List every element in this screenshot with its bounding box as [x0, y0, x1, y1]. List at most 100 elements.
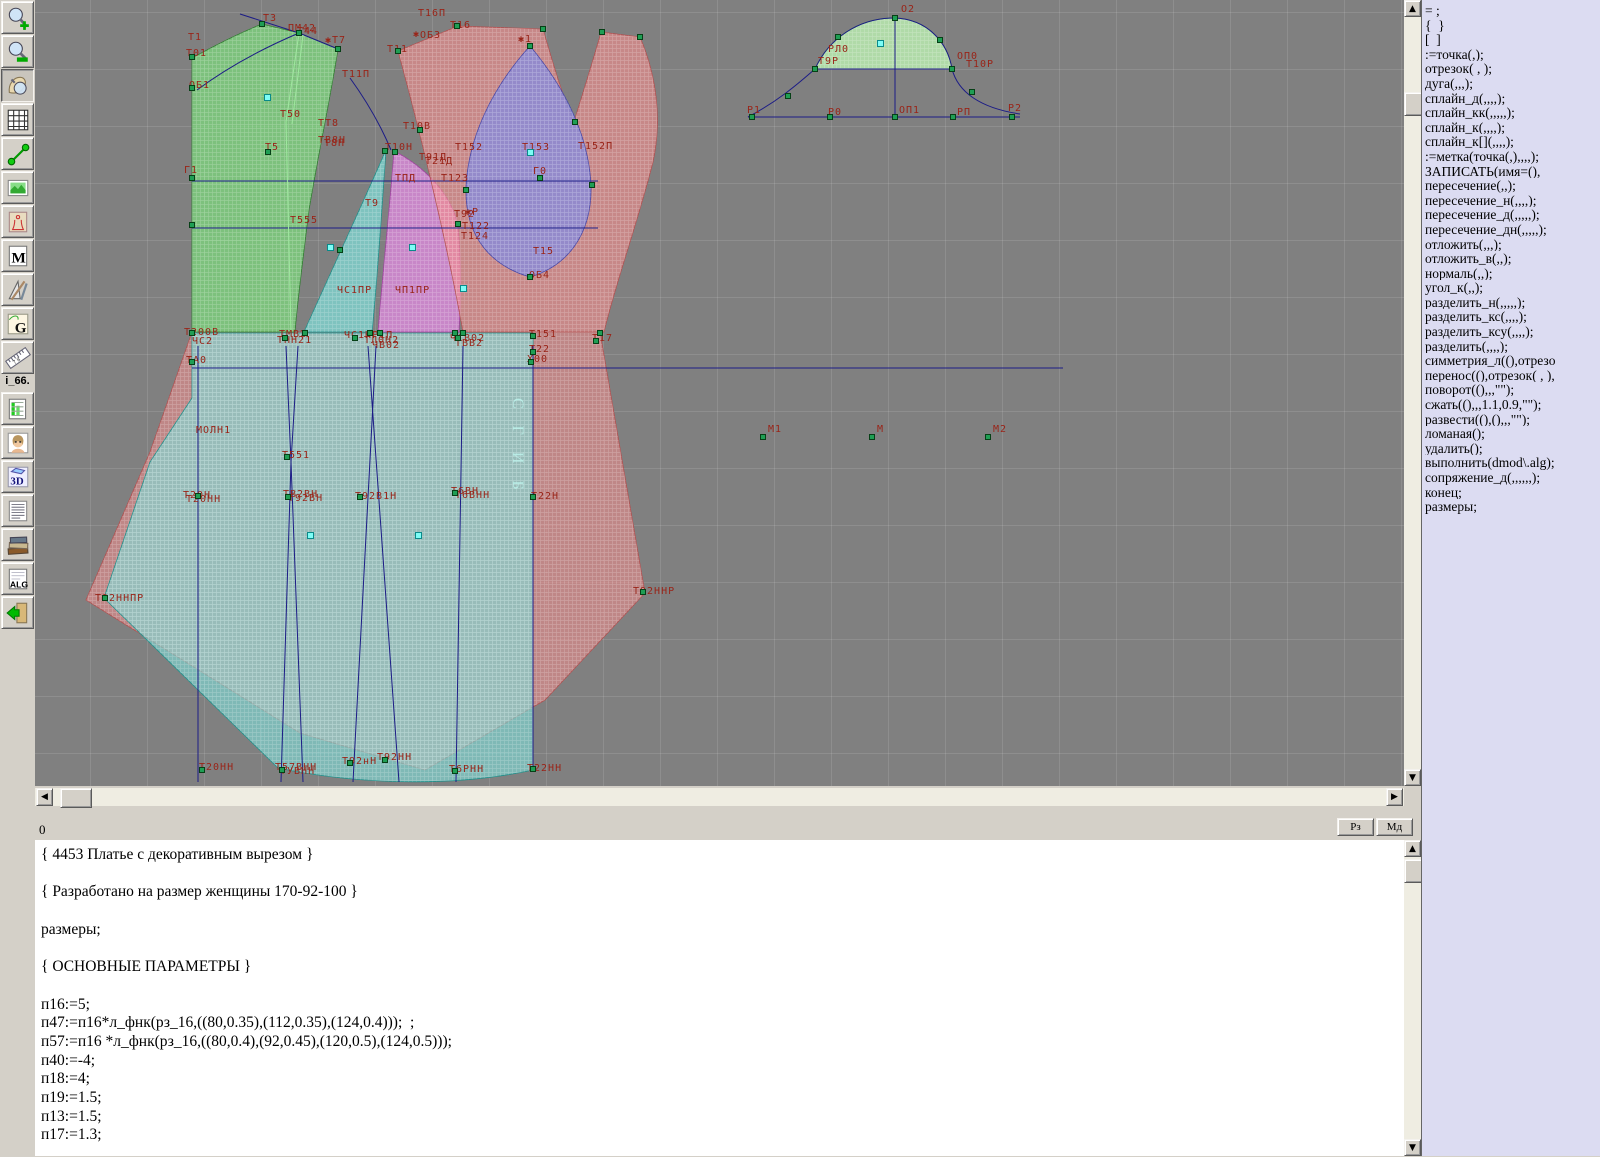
point-marker[interactable]	[527, 43, 533, 49]
point-marker[interactable]	[367, 330, 373, 336]
point-marker[interactable]	[892, 15, 898, 21]
command-item[interactable]: сплайн_кк(,,,,,);	[1425, 105, 1600, 120]
point-marker[interactable]	[540, 26, 546, 32]
command-item[interactable]: удалить();	[1425, 441, 1600, 456]
point-marker[interactable]	[985, 434, 991, 440]
point-marker[interactable]	[785, 93, 791, 99]
command-item[interactable]: разделить_ксу(,,,,);	[1425, 324, 1600, 339]
algorithm-editor[interactable]: { 4453 Платье с декоративным вырезом } {…	[35, 840, 1404, 1156]
point-marker[interactable]	[1009, 114, 1015, 120]
point-marker[interactable]	[189, 85, 195, 91]
command-item[interactable]: = ;	[1425, 3, 1600, 18]
canvas-scroll-right-button[interactable]: ▶	[1386, 788, 1403, 806]
editor-scroll-up-button[interactable]: ▲	[1404, 840, 1421, 857]
selected-point-marker[interactable]	[527, 149, 534, 156]
command-item[interactable]: сжать((),,,1.1,0.9,"");	[1425, 397, 1600, 412]
point-marker[interactable]	[530, 349, 536, 355]
canvas-scroll-up-button[interactable]: ▲	[1404, 0, 1421, 17]
point-marker[interactable]	[950, 114, 956, 120]
command-item[interactable]: :=точка(,);	[1425, 47, 1600, 62]
point-marker[interactable]	[530, 766, 536, 772]
point-marker[interactable]	[259, 21, 265, 27]
point-marker[interactable]	[969, 89, 975, 95]
point-marker[interactable]	[454, 23, 460, 29]
point-marker[interactable]	[593, 338, 599, 344]
point-marker[interactable]	[382, 148, 388, 154]
point-marker[interactable]	[347, 760, 353, 766]
command-item[interactable]: разделить_кс(,,,,);	[1425, 309, 1600, 324]
point-marker[interactable]	[527, 274, 533, 280]
point-marker[interactable]	[285, 494, 291, 500]
command-item[interactable]: отложить(,,,);	[1425, 237, 1600, 252]
g-sketch-button[interactable]: G	[1, 307, 34, 340]
command-item[interactable]: сплайн_к(,,,,);	[1425, 120, 1600, 135]
command-item[interactable]: пересечение_д(,,,,,);	[1425, 207, 1600, 222]
point-marker[interactable]	[869, 434, 875, 440]
point-marker[interactable]	[102, 595, 108, 601]
point-marker[interactable]	[599, 29, 605, 35]
selected-point-marker[interactable]	[415, 532, 422, 539]
point-marker[interactable]	[392, 149, 398, 155]
ruler-button[interactable]: 7 8	[1, 341, 34, 374]
point-marker[interactable]	[589, 182, 595, 188]
command-item[interactable]: [ ]	[1425, 32, 1600, 47]
point-marker[interactable]	[937, 37, 943, 43]
command-item[interactable]: сплайн_к[](,,,,);	[1425, 134, 1600, 149]
point-marker[interactable]	[455, 221, 461, 227]
point-marker[interactable]	[452, 490, 458, 496]
point-marker[interactable]	[189, 54, 195, 60]
point-marker[interactable]	[189, 175, 195, 181]
point-marker[interactable]	[189, 359, 195, 365]
photo-button[interactable]	[1, 426, 34, 459]
point-marker[interactable]	[284, 454, 290, 460]
point-marker[interactable]	[282, 335, 288, 341]
command-item[interactable]: разделить(,,,,);	[1425, 339, 1600, 354]
point-marker[interactable]	[337, 247, 343, 253]
command-item[interactable]: развести((),(),,,"");	[1425, 412, 1600, 427]
command-item[interactable]: разделить_н(,,,,,);	[1425, 295, 1600, 310]
point-marker[interactable]	[537, 175, 543, 181]
selected-point-marker[interactable]	[409, 244, 416, 251]
selected-point-marker[interactable]	[327, 244, 334, 251]
point-marker[interactable]	[530, 333, 536, 339]
point-marker[interactable]	[749, 114, 755, 120]
selected-point-marker[interactable]	[460, 285, 467, 292]
command-item[interactable]: отрезок( , );	[1425, 61, 1600, 76]
point-marker[interactable]	[279, 767, 285, 773]
command-item[interactable]: перенос((),отрезок( , ),	[1425, 368, 1600, 383]
canvas-vscrollbar[interactable]	[1404, 0, 1421, 786]
point-marker[interactable]	[395, 48, 401, 54]
command-item[interactable]: конец;	[1425, 485, 1600, 500]
alg-document-button[interactable]: ALG	[1, 562, 34, 595]
editor-scroll-down-button[interactable]: ▼	[1404, 1139, 1421, 1156]
editor-vscrollbar[interactable]	[1404, 840, 1421, 1156]
text-list-button[interactable]	[1, 494, 34, 527]
command-item[interactable]: поворот((),,,"");	[1425, 382, 1600, 397]
table-document-button[interactable]	[1, 392, 34, 425]
point-marker[interactable]	[597, 330, 603, 336]
point-marker[interactable]	[892, 114, 898, 120]
exit-button[interactable]	[1, 596, 34, 629]
selected-point-marker[interactable]	[877, 40, 884, 47]
command-item[interactable]: { }	[1425, 18, 1600, 33]
canvas-scroll-left-button[interactable]: ◀	[36, 788, 53, 806]
command-item[interactable]: угол_к(,,);	[1425, 280, 1600, 295]
md-button[interactable]: Мд	[1376, 818, 1413, 836]
command-item[interactable]: нормаль(,,);	[1425, 266, 1600, 281]
point-marker[interactable]	[827, 114, 833, 120]
point-marker[interactable]	[189, 330, 195, 336]
command-item[interactable]: сплайн_д(,,,,);	[1425, 91, 1600, 106]
threed-button[interactable]: 3D	[1, 460, 34, 493]
point-marker[interactable]	[640, 589, 646, 595]
canvas-hscrollbar[interactable]	[35, 788, 1404, 806]
selected-point-marker[interactable]	[307, 532, 314, 539]
command-item[interactable]: пересечение_н(,,,,);	[1425, 193, 1600, 208]
point-marker[interactable]	[195, 493, 201, 499]
selected-point-marker[interactable]	[264, 94, 271, 101]
zoom-out-button[interactable]	[1, 35, 34, 68]
point-marker[interactable]	[335, 46, 341, 52]
command-item[interactable]: пересечение(,,);	[1425, 178, 1600, 193]
point-marker[interactable]	[949, 66, 955, 72]
command-item[interactable]: симметрия_л((),отрезо	[1425, 353, 1600, 368]
point-marker[interactable]	[528, 359, 534, 365]
